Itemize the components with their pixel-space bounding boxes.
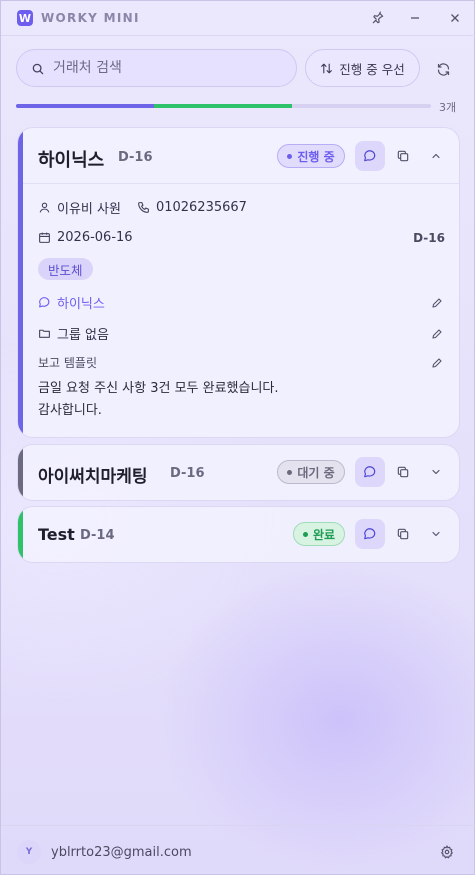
copy-button[interactable]: [388, 141, 418, 171]
client-card[interactable]: 하이닉스 D-16 진행 중 이유비 사원 01026235667 2026-0…: [17, 127, 460, 438]
report-note: 금일 요청 주신 사항 3건 모두 완료했습니다. 감사합니다.: [38, 381, 279, 418]
card-divider: [23, 183, 459, 184]
sort-label: 진행 중 우선: [339, 61, 405, 77]
chat-button[interactable]: [355, 519, 385, 549]
status-badge: 완료: [293, 522, 345, 546]
pencil-icon: [432, 329, 442, 339]
group-name: 그룹 없음: [57, 328, 109, 343]
group-row: 그룹 없음: [38, 324, 109, 343]
minimize-icon: [411, 17, 419, 19]
sort-button[interactable]: 진행 중 우선: [305, 49, 420, 87]
status-badge: 진행 중: [277, 144, 345, 168]
account-email: yblrrto23@gmail.com: [51, 845, 192, 860]
pencil-icon: [432, 358, 442, 368]
copy-icon: [397, 528, 409, 540]
card-title: Test: [38, 525, 75, 544]
industry-tag: 반도체: [38, 258, 93, 280]
minimize-button[interactable]: [403, 7, 427, 29]
due-date: 2026-06-16: [57, 230, 133, 245]
contact-row: 이유비 사원 01026235667: [38, 198, 247, 217]
chat-room-name: 하이닉스: [57, 297, 105, 312]
collapse-button[interactable]: [421, 141, 451, 171]
copy-button[interactable]: [388, 457, 418, 487]
avatar: Y: [17, 840, 41, 864]
calendar-icon: [39, 232, 50, 243]
app-title: WORKY MINI: [41, 11, 140, 25]
progress-bar: [16, 104, 431, 108]
chat-button[interactable]: [355, 457, 385, 487]
edit-group-button[interactable]: [429, 326, 445, 342]
status-dot: [302, 531, 308, 537]
edit-chat-button[interactable]: [429, 295, 445, 311]
chat-bubble-icon: [39, 297, 50, 308]
search-input[interactable]: [53, 58, 283, 78]
title-bar: W WORKY MINI: [1, 1, 475, 35]
card-title: 아이써치마케팅: [38, 467, 148, 487]
contact-name: 이유비 사원: [57, 202, 121, 217]
client-count: 3개: [439, 101, 457, 114]
title-bar-divider: [1, 35, 475, 36]
card-accent-bar: [18, 507, 23, 562]
card-accent-bar: [18, 128, 23, 437]
copy-icon: [397, 150, 409, 162]
progress-segment-done: [154, 104, 293, 108]
refresh-icon: [437, 62, 449, 76]
due-date-row: 2026-06-16: [38, 230, 133, 245]
status-label: 완료: [312, 527, 336, 542]
person-icon: [39, 202, 50, 213]
pin-button[interactable]: [366, 7, 390, 29]
footer-divider: [1, 825, 475, 826]
status-dot: [287, 469, 293, 475]
expand-button[interactable]: [421, 457, 451, 487]
close-icon: [451, 14, 459, 22]
chevron-up-icon: [432, 153, 440, 159]
chevron-down-icon: [432, 469, 440, 475]
refresh-button[interactable]: [429, 57, 457, 81]
client-card[interactable]: Test D-14 완료: [17, 506, 460, 563]
chat-button[interactable]: [355, 141, 385, 171]
sort-arrows-icon: [321, 63, 333, 73]
card-accent-bar: [18, 445, 23, 500]
gear-icon: [440, 845, 454, 859]
close-button[interactable]: [443, 7, 467, 29]
chat-bubble-icon: [364, 466, 376, 478]
copy-button[interactable]: [388, 519, 418, 549]
due-date-dday: D-16: [413, 231, 445, 245]
template-label: 보고 템플릿: [38, 356, 98, 370]
search-box[interactable]: [16, 49, 297, 87]
status-label: 대기 중: [297, 465, 335, 480]
search-icon: [31, 61, 45, 80]
copy-icon: [397, 466, 409, 478]
status-dot: [287, 153, 293, 159]
chat-bubble-icon: [364, 150, 376, 162]
status-badge: 대기 중: [277, 460, 345, 484]
settings-button[interactable]: [436, 841, 458, 863]
app-window: W WORKY MINI 진행 중 우선 3개 하이닉스 D-16: [0, 0, 475, 875]
status-label: 진행 중: [297, 149, 335, 164]
phone-icon: [138, 202, 149, 213]
pin-icon: [372, 11, 384, 24]
chat-bubble-icon: [364, 528, 376, 540]
card-dday: D-14: [80, 528, 115, 543]
template-row: 보고 템플릿: [38, 354, 97, 371]
expand-button[interactable]: [421, 519, 451, 549]
chat-link-row[interactable]: 하이닉스: [38, 293, 105, 312]
card-dday: D-16: [118, 150, 153, 165]
app-logo: W: [17, 10, 33, 26]
card-dday: D-16: [170, 466, 205, 481]
card-title: 하이닉스: [38, 150, 105, 171]
progress-segment-in-progress: [16, 104, 155, 108]
edit-template-button[interactable]: [429, 355, 445, 371]
pencil-icon: [432, 298, 442, 308]
contact-phone[interactable]: 01026235667: [156, 200, 247, 215]
folder-icon: [39, 329, 50, 338]
chevron-down-icon: [432, 531, 440, 537]
client-card[interactable]: 아이써치마케팅 D-16 대기 중: [17, 444, 460, 501]
